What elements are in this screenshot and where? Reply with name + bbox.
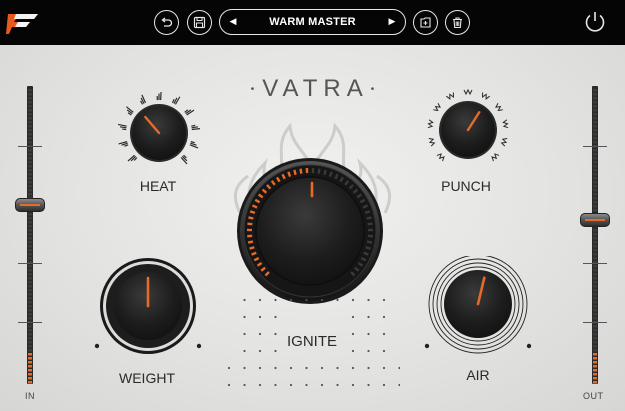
air-knob[interactable] — [422, 256, 534, 360]
trash-icon — [453, 17, 462, 29]
prev-preset-button[interactable]: ◀ — [224, 10, 242, 33]
top-toolbar: ◀ WARM MASTER ▶ — [0, 0, 625, 45]
output-meter — [593, 89, 597, 384]
output-fader-handle[interactable] — [580, 213, 610, 228]
save-icon — [193, 16, 206, 29]
dot-grid-decoration — [227, 298, 400, 387]
next-preset-button[interactable]: ▶ — [383, 10, 401, 33]
plugin-title: • VATRA • — [250, 75, 375, 102]
weight-label: WEIGHT — [119, 370, 175, 386]
plugin-title-text: VATRA — [262, 75, 369, 102]
air-label: AIR — [466, 367, 490, 383]
ignite-knob[interactable] — [235, 156, 385, 306]
input-fader-handle[interactable] — [15, 198, 45, 213]
punch-label: PUNCH — [441, 178, 491, 194]
delete-preset-button[interactable] — [445, 10, 470, 35]
output-label: OUT — [583, 391, 604, 401]
preset-selector: ◀ WARM MASTER ▶ — [219, 9, 406, 35]
input-label: IN — [25, 391, 35, 401]
punch-knob[interactable] — [424, 86, 512, 174]
undo-icon — [161, 17, 173, 27]
heat-knob[interactable] — [118, 92, 200, 174]
undo-button[interactable] — [154, 10, 179, 35]
input-meter — [28, 89, 32, 384]
save-button[interactable] — [187, 10, 212, 35]
power-icon[interactable] — [582, 9, 608, 35]
weight-knob[interactable] — [92, 256, 204, 360]
brand-logo — [6, 14, 38, 34]
heat-label: HEAT — [139, 178, 177, 194]
new-preset-button[interactable] — [413, 10, 438, 35]
preset-name[interactable]: WARM MASTER — [242, 10, 383, 33]
new-preset-icon — [420, 17, 431, 28]
